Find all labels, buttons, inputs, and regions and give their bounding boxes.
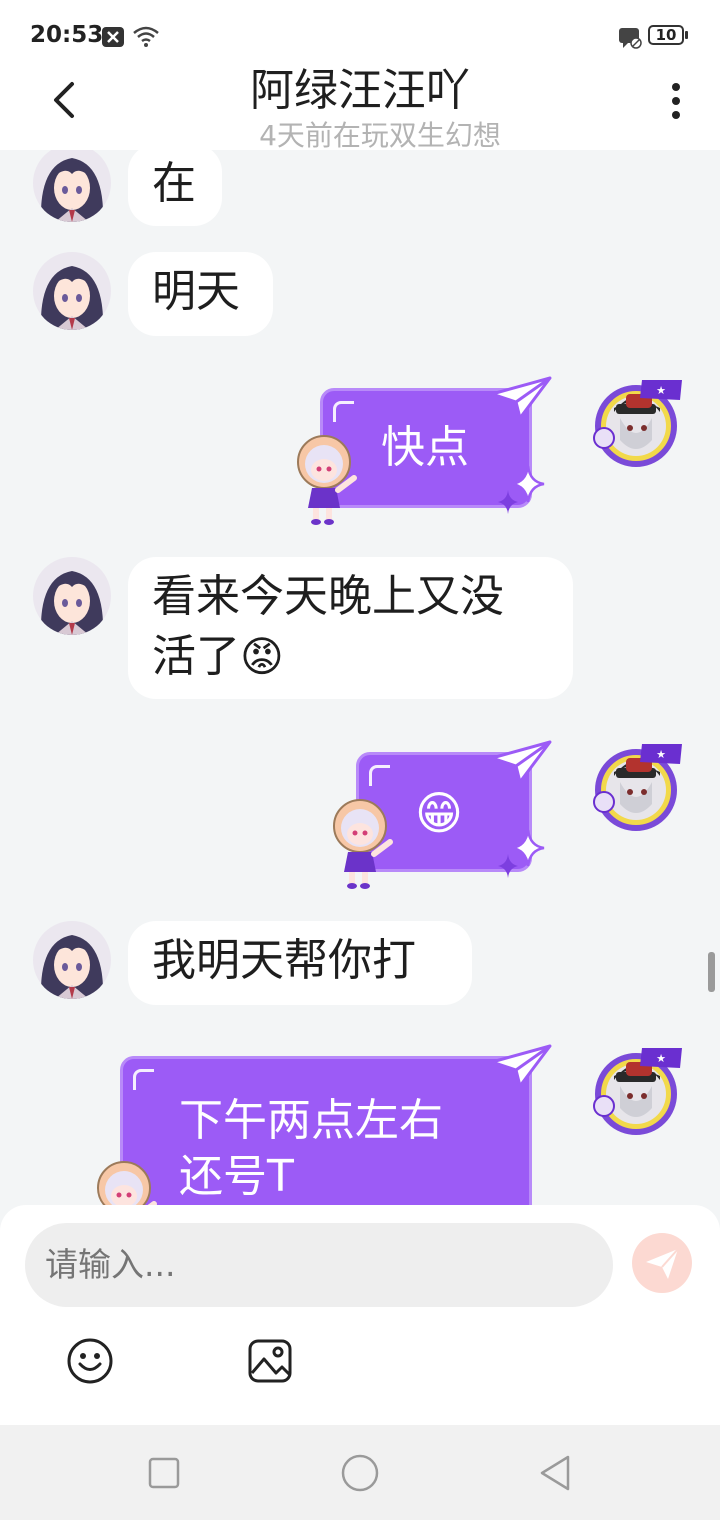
recent-apps-icon[interactable] (144, 1453, 184, 1493)
back-icon[interactable] (536, 1453, 576, 1493)
contact-avatar[interactable] (33, 921, 111, 999)
chat-title: 阿绿汪汪吖 (250, 65, 470, 116)
message-bubble-received[interactable]: 我明天帮你打 (128, 921, 472, 1005)
svg-text:★: ★ (656, 384, 666, 397)
sparkle-decoration-icon (498, 465, 545, 514)
message-list[interactable]: 在 明天 快点 ★ 看来今天晚上又没 活了😡 😁 ★ 我明天帮你打 下午两点左右… (0, 150, 720, 1205)
sparkle-decoration-icon (498, 829, 545, 878)
angry-face-emoji: 😡 (240, 632, 284, 681)
emoji-icon[interactable] (66, 1337, 114, 1385)
wifi-icon (133, 26, 159, 47)
message-bubble-sent[interactable]: 下午两点左右 还号T (120, 1056, 532, 1205)
contact-avatar[interactable] (33, 150, 111, 222)
message-text: 明天 (152, 266, 240, 317)
message-text: 在 (152, 158, 196, 209)
user-avatar[interactable]: ★ (590, 1046, 682, 1138)
bubble-corner-decoration (369, 765, 390, 786)
chibi-sticker-decoration (297, 435, 357, 525)
message-text-line: 还号T (179, 1151, 294, 1202)
contact-avatar[interactable] (33, 557, 111, 635)
status-time: 20:53 (30, 22, 104, 48)
contact-avatar[interactable] (33, 252, 111, 330)
message-bubble-received[interactable]: 看来今天晚上又没 活了😡 (128, 557, 573, 699)
chat-header: 阿绿汪汪吖 4天前在玩双生幻想 (0, 50, 720, 152)
message-status-icon (619, 28, 642, 49)
bubble-corner-decoration (333, 401, 354, 422)
svg-text:★: ★ (656, 1052, 666, 1065)
message-text-line: 下午两点左右 (179, 1095, 443, 1146)
send-icon (646, 1248, 679, 1279)
system-nav-bar (0, 1425, 720, 1520)
user-avatar[interactable]: ★ (590, 742, 682, 834)
notification-icon (102, 27, 124, 47)
home-icon[interactable] (340, 1453, 380, 1493)
battery-indicator: 10 (648, 25, 684, 45)
message-text: 活了 (152, 631, 240, 682)
message-bubble-received[interactable]: 在 (128, 150, 222, 226)
chibi-sticker-decoration (333, 799, 393, 889)
user-avatar[interactable]: ★ (590, 378, 682, 470)
image-icon[interactable] (246, 1337, 294, 1385)
chibi-sticker-decoration (97, 1161, 157, 1205)
paper-plane-decoration-icon (490, 376, 552, 420)
message-bubble-received[interactable]: 明天 (128, 252, 273, 336)
message-text-line: 看来今天晚上又没 (152, 571, 504, 622)
battery-tip (685, 31, 688, 39)
paper-plane-decoration-icon (490, 740, 552, 784)
compose-bar (0, 1205, 720, 1425)
message-input[interactable] (25, 1223, 613, 1307)
send-button[interactable] (632, 1233, 692, 1293)
message-text: 我明天帮你打 (152, 935, 416, 986)
scrollbar-thumb[interactable] (708, 952, 715, 992)
paper-plane-decoration-icon (490, 1044, 552, 1088)
more-vertical-icon[interactable] (668, 82, 684, 122)
battery-level: 10 (655, 26, 677, 44)
message-text-line: 活了😡 (152, 627, 549, 687)
grinning-face-emoji: 😁 (415, 786, 463, 840)
svg-text:★: ★ (656, 748, 666, 761)
chat-subtitle: 4天前在玩双生幻想 (259, 119, 501, 152)
message-text: 快点 (381, 422, 469, 473)
bubble-corner-decoration (133, 1069, 154, 1090)
